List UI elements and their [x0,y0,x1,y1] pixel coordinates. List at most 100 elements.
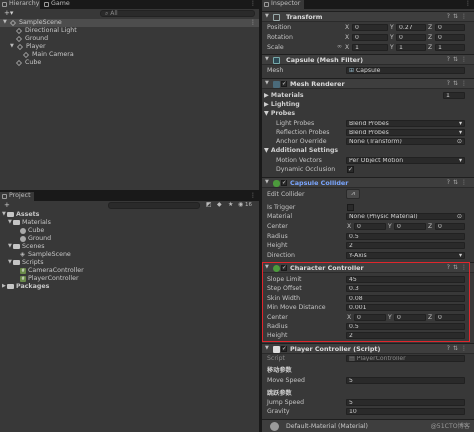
expand-icon[interactable]: ▼ [3,20,7,25]
collapse-icon[interactable]: ▼ [265,57,269,62]
project-row-packages[interactable]: ▶ Packages [0,283,259,291]
project-row-cube[interactable]: Cube [0,227,259,235]
reflection-probes-dropdown[interactable]: Blend Probes ▾ [346,129,465,136]
row-label: Ground [25,35,49,42]
player-controller-header[interactable]: ▼ ✓ Player Controller (Script) ?⇅⋮ [262,343,474,354]
object-picker-icon[interactable]: ⊙ [457,214,462,219]
enabled-checkbox[interactable]: ✓ [281,180,287,186]
tab-inspector[interactable]: Inspector [262,0,304,9]
more-options-icon[interactable]: ⋮ [250,193,256,199]
edit-collider-button[interactable]: ⩘ [346,189,360,199]
jump-speed-field[interactable]: 5 [346,399,465,406]
direction-dropdown[interactable]: Y-Axis ▾ [346,252,465,259]
gravity-field[interactable]: 10 [346,408,465,415]
link-icon[interactable]: ∞ [337,44,342,50]
project-row-samplescene[interactable]: ◈ SampleScene [0,251,259,259]
add-icon[interactable]: +▾ [4,10,13,17]
hierarchy-row-player[interactable]: ▼ Player [0,43,259,51]
expand-icon[interactable]: ▼ [8,260,12,265]
is-trigger-checkbox[interactable] [347,204,354,211]
rotation-z-field[interactable]: 0 [435,34,465,41]
project-search-input[interactable] [108,202,200,209]
project-row-cameracontroller[interactable]: # CameraController [0,267,259,275]
motion-vectors-dropdown[interactable]: Per Object Motion ▾ [346,157,465,164]
reflection-probes-label: Reflection Probes [276,129,330,136]
project-row-scripts[interactable]: ▼ Scripts [0,259,259,267]
material-footer[interactable]: Default-Material (Material) @51CTO博客 [262,419,474,432]
expand-icon[interactable]: ▶ [2,284,6,289]
axis-z-label: Z [428,24,433,31]
project-row-materials[interactable]: ▼ Materials [0,219,259,227]
position-z-field[interactable]: 0 [435,24,465,31]
search-input[interactable]: ⌕ All [100,10,255,17]
collapse-icon[interactable]: ▼ [265,346,269,351]
star-icon[interactable]: ★ [228,202,233,208]
component-menu-icons[interactable]: ?⇅⋮ [447,14,470,20]
collapse-icon[interactable]: ▼ [265,180,269,185]
materials-foldout[interactable]: ▶ Materials [264,92,304,99]
more-options-icon[interactable]: ⋮ [250,1,256,7]
transform-header[interactable]: ▼ Transform ?⇅⋮ [262,11,474,22]
anchor-override-field[interactable]: None (Transform) ⊙ [346,138,465,145]
expand-icon[interactable]: ▼ [10,44,14,49]
component-menu-icons[interactable]: ?⇅⋮ [447,57,470,63]
tab-hierarchy[interactable]: Hierarchy [0,0,40,9]
rotation-y-field[interactable]: 0 [396,34,426,41]
mesh-field[interactable]: ⊞ Capsule [346,67,465,74]
collapse-icon[interactable]: ▼ [265,81,269,86]
label-icon[interactable]: ◆ [217,202,222,208]
mesh-filter-title: Capsule (Mesh Filter) [286,56,364,64]
enabled-checkbox[interactable]: ✓ [281,346,287,352]
more-options-icon[interactable]: ⋮ [465,1,471,7]
center-label: Center [267,223,288,230]
collapse-icon[interactable]: ▼ [265,14,269,19]
more-options-icon[interactable]: ⋮ [250,20,256,26]
project-row-scenes[interactable]: ▼ Scenes [0,243,259,251]
hierarchy-row-directional-light[interactable]: Directional Light [0,27,259,35]
expand-icon[interactable]: ▼ [8,244,12,249]
eye-icon[interactable]: ◉ [238,202,243,208]
position-x-field[interactable]: 0 [352,24,388,31]
tab-game[interactable]: Game [42,0,74,9]
hierarchy-row-samplescene[interactable]: ▼ SampleScene ⋮ [0,19,259,27]
probes-foldout[interactable]: ▼ Probes [264,110,295,117]
expand-icon[interactable]: ▼ [2,212,6,217]
component-menu-icons[interactable]: ?⇅⋮ [447,346,470,352]
rotation-x-field[interactable]: 0 [352,34,388,41]
component-menu-icons[interactable]: ?⇅⋮ [447,180,470,186]
gravity-label: Gravity [267,408,290,415]
materials-count-field[interactable]: 1 [443,92,465,99]
scale-z-field[interactable]: 1 [435,44,465,51]
project-row-assets[interactable]: ▼ Assets [0,211,259,219]
collider-center-x-field[interactable]: 0 [354,223,386,230]
component-menu-icons[interactable]: ?⇅⋮ [447,81,470,87]
collider-center-z-field[interactable]: 0 [435,223,465,230]
collider-radius-field[interactable]: 0.5 [346,233,465,240]
enabled-checkbox[interactable]: ✓ [281,81,287,87]
collider-height-field[interactable]: 2 [346,242,465,249]
scale-y-field[interactable]: 1 [396,44,426,51]
move-speed-field[interactable]: 5 [346,377,465,384]
dynamic-occlusion-checkbox[interactable]: ✓ [347,166,354,173]
filter-icon[interactable]: ◩ [206,202,212,208]
lighting-foldout[interactable]: ▶ Lighting [264,101,300,108]
hierarchy-row-ground[interactable]: Ground [0,35,259,43]
light-probes-dropdown[interactable]: Blend Probes ▾ [346,120,465,127]
tab-project[interactable]: Project [0,192,34,201]
object-picker-icon[interactable]: ⊙ [457,139,462,144]
position-y-field[interactable]: 0.27 [396,24,426,31]
project-row-playercontroller[interactable]: # PlayerController [0,275,259,283]
mesh-filter-header[interactable]: ▼ Capsule (Mesh Filter) ?⇅⋮ [262,54,474,65]
add-icon[interactable]: + [4,202,10,209]
hierarchy-row-main-camera[interactable]: Main Camera [0,51,259,59]
project-row-ground[interactable]: Ground [0,235,259,243]
expand-icon[interactable]: ▼ [8,220,12,225]
scale-x-field[interactable]: 1 [352,44,388,51]
collider-center-y-field[interactable]: 0 [394,223,426,230]
capsule-collider-header[interactable]: ▼ ✓ Capsule Collider ?⇅⋮ [262,177,474,188]
script-value: PlayerController [356,355,406,362]
mesh-renderer-header[interactable]: ▼ ✓ Mesh Renderer ?⇅⋮ [262,78,474,89]
hierarchy-row-cube[interactable]: Cube [0,59,259,67]
additional-settings-foldout[interactable]: ▼ Additional Settings [264,147,338,154]
material-field[interactable]: None (Physic Material) ⊙ [346,213,465,220]
